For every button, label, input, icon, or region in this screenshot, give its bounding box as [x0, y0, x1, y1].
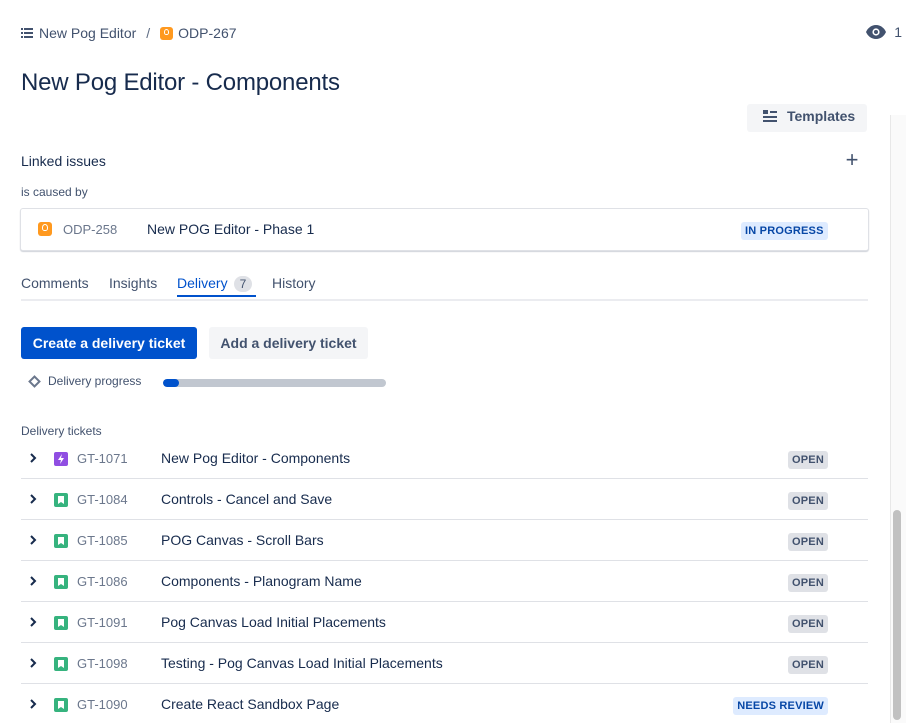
tab-bar: Comments Insights Delivery 7 History: [21, 275, 868, 301]
watcher-count: 1: [894, 24, 902, 40]
story-icon: [54, 493, 68, 507]
ticket-row[interactable]: GT-1086 Components - Planogram Name OPEN: [21, 561, 868, 602]
breadcrumb-separator: /: [146, 25, 151, 41]
ticket-row[interactable]: GT-1084 Controls - Cancel and Save OPEN: [21, 479, 868, 520]
ticket-summary[interactable]: New Pog Editor - Components: [161, 450, 350, 466]
ticket-row[interactable]: GT-1090 Create React Sandbox Page NEEDS …: [21, 684, 868, 724]
story-icon: [54, 698, 68, 712]
status-badge: OPEN: [788, 574, 828, 592]
ticket-key[interactable]: GT-1091: [77, 615, 128, 630]
active-tab-indicator: [177, 295, 256, 297]
ticket-row[interactable]: GT-1085 POG Canvas - Scroll Bars OPEN: [21, 520, 868, 561]
tab-delivery-count: 7: [233, 276, 253, 292]
idea-icon: [38, 222, 52, 236]
breadcrumb-issue-link[interactable]: ODP-267: [178, 25, 236, 41]
chevron-right-icon[interactable]: [27, 575, 39, 587]
linked-issues-heading: Linked issues: [21, 153, 106, 169]
ticket-key[interactable]: GT-1090: [77, 697, 128, 712]
status-badge: OPEN: [788, 533, 828, 551]
link-relation-label: is caused by: [21, 185, 88, 199]
status-badge: OPEN: [788, 451, 828, 469]
ticket-row[interactable]: GT-1091 Pog Canvas Load Initial Placemen…: [21, 602, 868, 643]
delivery-progress-bar: [163, 379, 386, 387]
ticket-key[interactable]: GT-1071: [77, 451, 128, 466]
delivery-progress-fill: [163, 379, 179, 387]
delivery-progress-text: Delivery progress: [48, 374, 142, 388]
chevron-right-icon[interactable]: [27, 452, 39, 464]
templates-label: Templates: [787, 108, 856, 124]
watch-button[interactable]: 1: [866, 24, 902, 40]
chevron-right-icon[interactable]: [27, 657, 39, 669]
chevron-right-icon[interactable]: [27, 616, 39, 628]
tab-comments[interactable]: Comments: [21, 275, 89, 291]
chevron-right-icon[interactable]: [27, 493, 39, 505]
tab-delivery[interactable]: Delivery 7: [177, 275, 253, 292]
tab-history[interactable]: History: [272, 275, 316, 291]
diamond-icon: [28, 374, 41, 388]
delivery-ticket-list: GT-1071 New Pog Editor - Components OPEN…: [21, 438, 868, 724]
templates-button[interactable]: Templates: [747, 104, 867, 132]
ticket-key[interactable]: GT-1086: [77, 574, 128, 589]
status-badge: OPEN: [788, 492, 828, 510]
ticket-summary[interactable]: Components - Planogram Name: [161, 573, 362, 589]
linked-issue-summary[interactable]: New POG Editor - Phase 1: [147, 221, 314, 237]
add-delivery-ticket-button[interactable]: Add a delivery ticket: [209, 327, 368, 359]
idea-icon: [160, 26, 174, 40]
templates-icon: [763, 110, 777, 122]
ticket-summary[interactable]: Pog Canvas Load Initial Placements: [161, 614, 386, 630]
ticket-key[interactable]: GT-1085: [77, 533, 128, 548]
chevron-right-icon[interactable]: [27, 698, 39, 710]
ticket-summary[interactable]: POG Canvas - Scroll Bars: [161, 532, 324, 548]
delivery-tickets-heading: Delivery tickets: [21, 424, 102, 438]
ticket-summary[interactable]: Controls - Cancel and Save: [161, 491, 332, 507]
ticket-row[interactable]: GT-1098 Testing - Pog Canvas Load Initia…: [21, 643, 868, 684]
ticket-row[interactable]: GT-1071 New Pog Editor - Components OPEN: [21, 438, 868, 479]
story-icon: [54, 534, 68, 548]
story-icon: [54, 657, 68, 671]
status-badge: OPEN: [788, 615, 828, 633]
breadcrumb: New Pog Editor / ODP-267: [21, 24, 237, 42]
tab-insights[interactable]: Insights: [109, 275, 157, 291]
epic-icon: [54, 452, 68, 466]
chevron-right-icon[interactable]: [27, 534, 39, 546]
status-badge: OPEN: [788, 656, 828, 674]
list-icon: [21, 28, 33, 38]
linked-issue-key[interactable]: ODP-258: [63, 222, 117, 237]
ticket-summary[interactable]: Create React Sandbox Page: [161, 696, 339, 712]
create-delivery-ticket-button[interactable]: Create a delivery ticket: [21, 327, 197, 359]
ticket-key[interactable]: GT-1084: [77, 492, 128, 507]
linked-issue-card[interactable]: ODP-258 New POG Editor - Phase 1 IN PROG…: [20, 208, 869, 251]
ticket-key[interactable]: GT-1098: [77, 656, 128, 671]
tab-delivery-label: Delivery: [177, 275, 228, 291]
story-icon: [54, 616, 68, 630]
eye-icon: [866, 25, 887, 39]
scrollbar-thumb[interactable]: [893, 510, 901, 720]
ticket-summary[interactable]: Testing - Pog Canvas Load Initial Placem…: [161, 655, 443, 671]
story-icon: [54, 575, 68, 589]
page-title: New Pog Editor - Components: [21, 69, 340, 96]
delivery-progress-label: Delivery progress: [28, 374, 141, 388]
status-badge: NEEDS REVIEW: [733, 697, 828, 715]
breadcrumb-project-link[interactable]: New Pog Editor: [39, 25, 136, 41]
plus-icon[interactable]: +: [843, 149, 861, 171]
status-badge: IN PROGRESS: [741, 222, 828, 240]
